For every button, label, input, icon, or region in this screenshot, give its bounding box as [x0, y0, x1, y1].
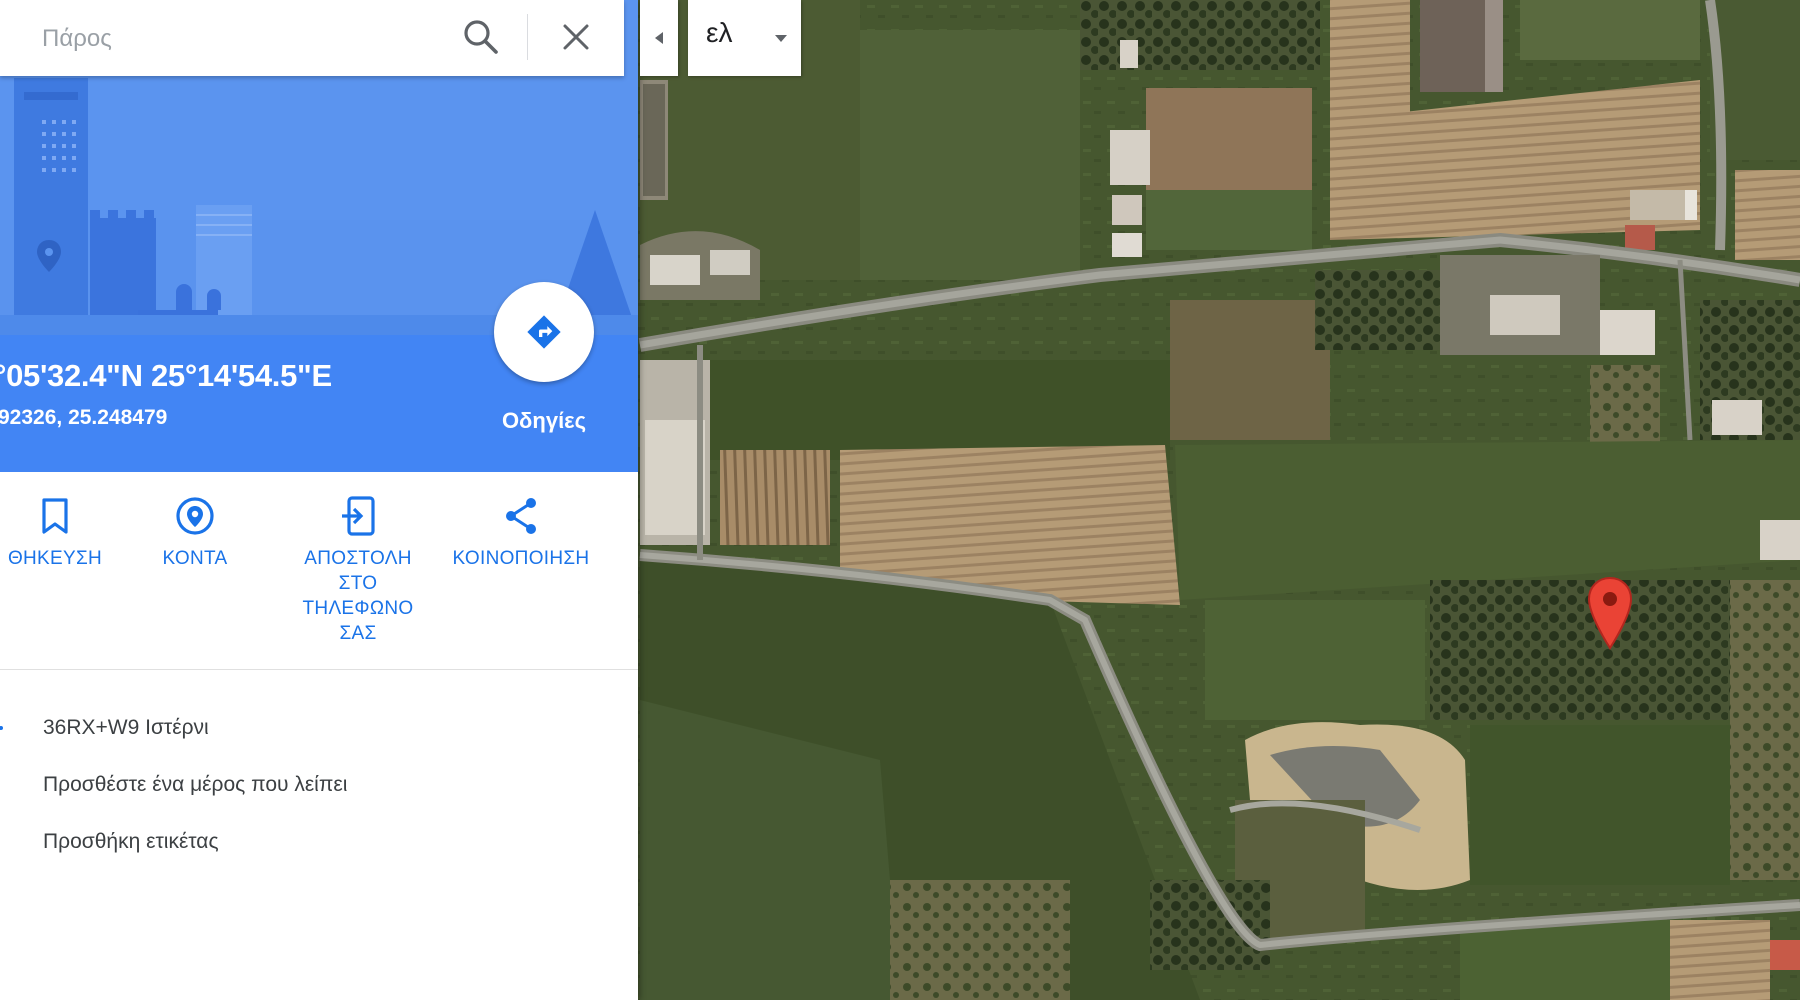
clear-search-button[interactable] — [553, 14, 599, 60]
nearby-action-label: ΚΟΝΤΑ — [162, 548, 228, 569]
send-to-phone-label: ΑΠΟΣΤΟΛΗ ΣΤΟ ΤΗΛΕΦΩΝΟ ΣΑΣ — [302, 548, 414, 644]
plus-code-row[interactable]: 36RX+W9 Ιστέρνι — [0, 708, 638, 748]
place-details-panel: °05'32.4"N 25°14'54.5"E 92326, 25.248479… — [0, 0, 638, 1000]
send-to-phone-icon — [342, 496, 375, 536]
plus-code-text: 36RX+W9 Ιστέρνι — [43, 716, 209, 739]
directions-icon — [527, 315, 561, 349]
share-icon — [506, 498, 536, 534]
directions-label[interactable]: Οδηγίες — [474, 408, 614, 434]
share-action-label: ΚΟΙΝΟΠΟΙΗΣΗ — [452, 548, 590, 569]
search-divider — [527, 14, 528, 60]
share-action[interactable]: ΚΟΙΝΟΠΟΙΗΣΗ — [446, 494, 596, 571]
send-to-phone-action[interactable]: ΑΠΟΣΤΟΛΗ ΣΤΟ ΤΗΛΕΦΩΝΟ ΣΑΣ — [283, 494, 433, 646]
bookmark-icon — [42, 498, 68, 534]
chevron-down-icon — [774, 35, 787, 42]
coordinates-decimal[interactable]: 92326, 25.248479 — [0, 406, 167, 430]
add-missing-place-row[interactable]: Προσθέστε ένα μέρος που λείπει — [0, 765, 638, 805]
action-bar: ΘΗΚΕΥΣΗ ΚΟΝΤΑ ΑΠΟΣΤΟΛΗ ΣΤΟ ΤΗΛΕΦΩΝΟ ΣΑΣ … — [0, 472, 638, 670]
add-missing-place-text: Προσθέστε ένα μέρος που λείπει — [43, 773, 348, 796]
coordinates-dms: °05'32.4"N 25°14'54.5"E — [0, 358, 332, 393]
place-pin-icon — [176, 497, 214, 535]
add-label-text: Προσθήκη ετικέτας — [43, 830, 219, 853]
save-action[interactable]: ΘΗΚΕΥΣΗ — [0, 494, 130, 571]
search-input[interactable] — [40, 16, 424, 62]
nearby-action[interactable]: ΚΟΝΤΑ — [120, 494, 270, 571]
plus-code-icon — [0, 718, 4, 743]
chevron-left-icon — [655, 32, 663, 44]
collapse-panel-button[interactable] — [640, 0, 678, 76]
language-dropdown-button[interactable] — [760, 0, 801, 76]
search-button[interactable] — [458, 14, 504, 60]
search-icon — [464, 20, 498, 54]
language-selector: ελ — [688, 0, 801, 76]
save-action-label: ΘΗΚΕΥΣΗ — [7, 548, 103, 569]
search-box — [0, 0, 624, 76]
location-pin-marker[interactable] — [1586, 576, 1634, 650]
add-label-row[interactable]: Προσθήκη ετικέτας — [0, 822, 638, 862]
close-icon — [563, 24, 589, 50]
directions-button[interactable] — [494, 282, 594, 382]
language-input[interactable]: ελ — [706, 17, 732, 49]
